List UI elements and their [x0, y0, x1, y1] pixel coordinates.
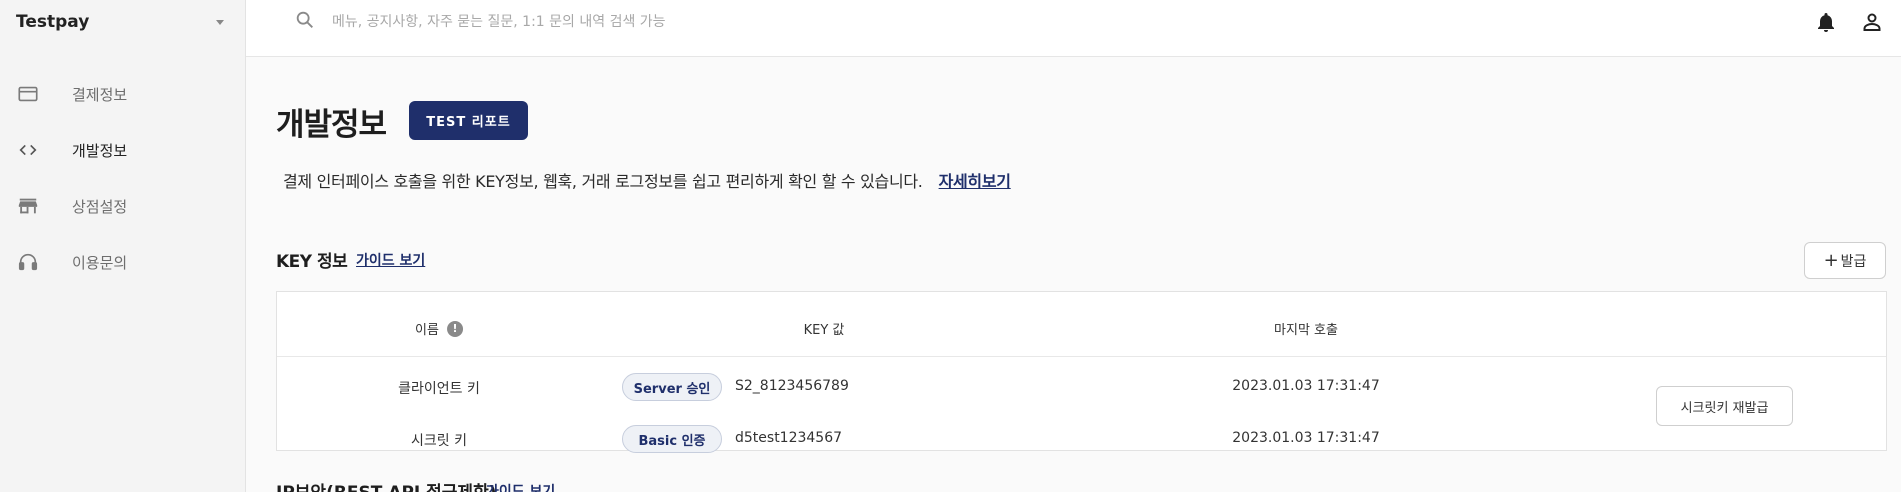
sidebar-item-label: 개발정보 [72, 141, 128, 160]
sidebar-item-payment-info[interactable]: 결제정보 [0, 66, 246, 122]
key-guide-link[interactable]: 가이드 보기 [356, 250, 425, 270]
info-icon[interactable]: ! [446, 320, 463, 337]
table-row: 시크릿 키 Basic 인증 d5test1234567 2023.01.03 … [277, 425, 1886, 455]
column-header-name-label: 이름 [415, 323, 439, 338]
headphones-icon [17, 251, 39, 273]
page-description: 결제 인터페이스 호출을 위한 KEY정보, 웹훅, 거래 로그정보를 쉽고 편… [283, 168, 1011, 192]
store-icon [17, 195, 39, 217]
auth-type-badge: Basic 인증 [622, 425, 722, 453]
search-bar [294, 10, 794, 34]
sidebar: Testpay 결제정보 개발정보 상점설정 이용문의 [0, 0, 246, 492]
sidebar-nav: 결제정보 개발정보 상점설정 이용문의 [0, 66, 246, 290]
key-value: d5test1234567 [735, 430, 843, 446]
column-header-key: KEY 값 [803, 323, 845, 338]
search-input[interactable] [332, 14, 772, 30]
column-header-last-call: 마지막 호출 [1274, 323, 1338, 338]
plus-icon: + [1823, 249, 1839, 271]
sidebar-item-label: 상점설정 [72, 197, 128, 216]
sidebar-item-store-settings[interactable]: 상점설정 [0, 178, 246, 234]
detail-link[interactable]: 자세히보기 [939, 168, 1011, 192]
description-text: 결제 인터페이스 호출을 위한 KEY정보, 웹훅, 거래 로그정보를 쉽고 편… [283, 172, 923, 191]
sidebar-item-dev-info[interactable]: 개발정보 [0, 122, 246, 178]
key-table: 이름 ! KEY 값 마지막 호출 클라이언트 키 Server 승인 S2_8… [276, 291, 1887, 453]
user-icon[interactable] [1860, 10, 1884, 34]
auth-type-badge: Server 승인 [622, 373, 722, 401]
column-header-name: 이름 ! [415, 319, 463, 338]
brand-selector[interactable]: Testpay [16, 11, 230, 33]
ip-security-section-title: IP보안(REST API 접근제한) [276, 478, 497, 492]
key-value: S2_8123456789 [735, 378, 849, 394]
table-header-divider [277, 356, 1886, 357]
last-call-time: 2023.01.03 17:31:47 [1232, 378, 1380, 394]
top-bar [246, 0, 1901, 57]
sidebar-item-label: 이용문의 [72, 253, 128, 272]
credit-card-icon [17, 83, 39, 105]
sidebar-item-label: 결제정보 [72, 85, 128, 104]
reissue-secret-key-button[interactable]: 시크릿키 재발급 [1656, 386, 1793, 426]
brand-name: Testpay [16, 12, 90, 32]
issue-key-button[interactable]: + 발급 [1804, 242, 1886, 279]
key-section-title: KEY 정보 [276, 252, 348, 272]
code-icon [17, 139, 39, 161]
app-root: Testpay 결제정보 개발정보 상점설정 이용문의 메뉴, 공지사항, 자주… [0, 0, 1901, 492]
issue-button-label: 발급 [1840, 253, 1867, 270]
table-row: 클라이언트 키 Server 승인 S2_8123456789 2023.01.… [277, 373, 1886, 403]
key-name: 시크릿 키 [411, 433, 467, 449]
bell-icon[interactable] [1814, 10, 1838, 34]
search-icon [294, 9, 316, 35]
page-title: 개발정보 [276, 107, 387, 143]
sidebar-item-inquiry[interactable]: 이용문의 [0, 234, 246, 290]
last-call-time: 2023.01.03 17:31:47 [1232, 430, 1380, 446]
ip-security-guide-link[interactable]: 가이드 보기 [486, 481, 555, 492]
test-report-button[interactable]: TEST 리포트 [409, 101, 528, 140]
key-name: 클라이언트 키 [398, 381, 480, 397]
chevron-down-icon [216, 19, 224, 25]
main-content: 개발정보 TEST 리포트 결제 인터페이스 호출을 위한 KEY정보, 웹훅,… [246, 57, 1901, 492]
